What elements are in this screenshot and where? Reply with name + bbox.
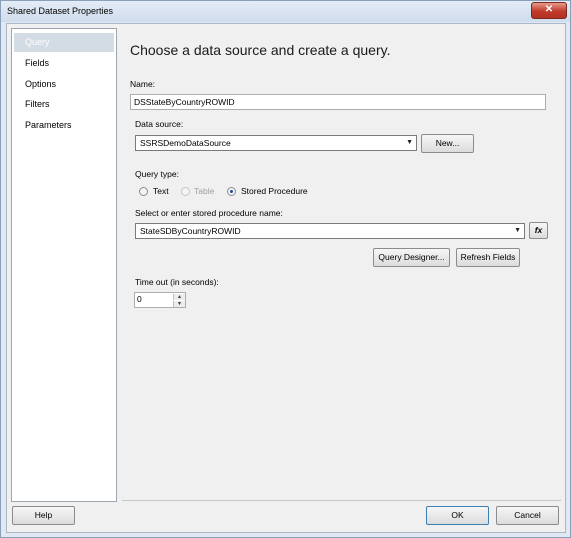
sidebar-item-filters[interactable]: Filters	[14, 95, 114, 114]
timeout-value: 0	[137, 294, 142, 304]
timeout-label: Time out (in seconds):	[135, 277, 219, 287]
cancel-button[interactable]: Cancel	[496, 506, 559, 525]
title-bar[interactable]: Shared Dataset Properties ✕	[1, 1, 570, 22]
expression-button[interactable]: fx	[529, 222, 548, 239]
querytype-storedproc-label: Stored Procedure	[241, 186, 308, 196]
sidebar-item-options[interactable]: Options	[14, 75, 114, 94]
sidebar-item-parameters[interactable]: Parameters	[14, 116, 114, 135]
name-field[interactable]: DSStateByCountryROWID	[130, 94, 546, 110]
page-nav-sidebar: Query Fields Options Filters Parameters	[11, 28, 117, 502]
dialog-client-area: Query Fields Options Filters Parameters …	[6, 23, 566, 533]
datasource-value: SSRSDemoDataSource	[140, 138, 231, 148]
name-label: Name:	[130, 79, 156, 89]
refresh-fields-button[interactable]: Refresh Fields	[456, 248, 520, 267]
chevron-down-icon: ▼	[514, 227, 521, 234]
spin-up-icon[interactable]: ▲	[173, 294, 185, 300]
storedproc-label: Select or enter stored procedure name:	[135, 208, 283, 218]
querytype-table-radio	[181, 187, 190, 196]
querytype-storedproc-radio[interactable]	[227, 187, 236, 196]
sidebar-item-query[interactable]: Query	[14, 33, 114, 52]
sidebar-item-fields[interactable]: Fields	[14, 54, 114, 73]
close-button[interactable]: ✕	[531, 2, 567, 19]
datasource-label: Data source:	[135, 119, 184, 129]
window-title: Shared Dataset Properties	[7, 6, 114, 16]
datasource-dropdown[interactable]: SSRSDemoDataSource ▼	[135, 135, 417, 151]
footer-divider	[122, 500, 561, 501]
storedproc-value: StateSDByCountryROWID	[140, 226, 241, 236]
ok-button[interactable]: OK	[426, 506, 489, 525]
querytype-label: Query type:	[135, 169, 179, 179]
querytype-text-label: Text	[153, 186, 169, 196]
help-button[interactable]: Help	[12, 506, 75, 525]
timeout-spinner[interactable]: 0 ▲ ▼	[134, 292, 186, 308]
querytype-table-label: Table	[194, 186, 215, 196]
new-datasource-button[interactable]: New...	[421, 134, 474, 153]
chevron-down-icon: ▼	[406, 139, 413, 146]
dialog-window: Shared Dataset Properties ✕ Query Fields…	[0, 0, 571, 538]
querytype-text-radio[interactable]	[139, 187, 148, 196]
page-heading: Choose a data source and create a query.	[130, 42, 391, 58]
storedproc-combobox[interactable]: StateSDByCountryROWID ▼	[135, 223, 525, 239]
query-designer-button[interactable]: Query Designer...	[373, 248, 450, 267]
spin-down-icon[interactable]: ▼	[173, 301, 185, 307]
